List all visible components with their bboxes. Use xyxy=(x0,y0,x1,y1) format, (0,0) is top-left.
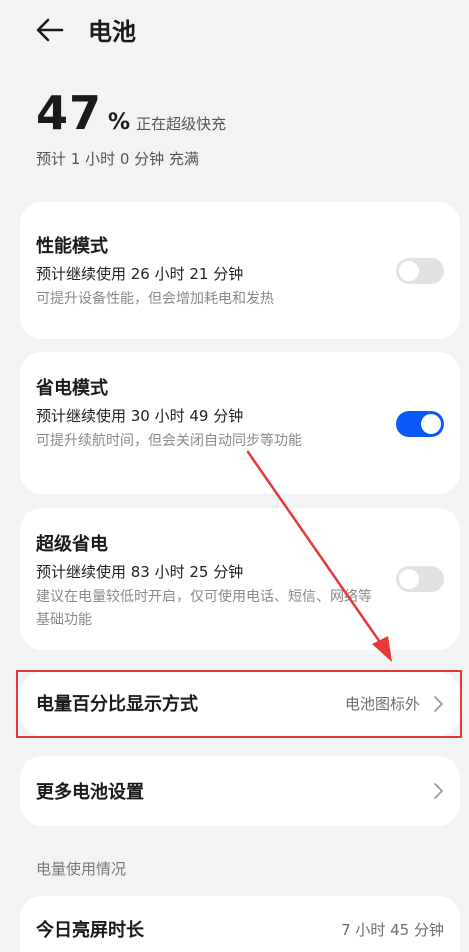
toggle-knob xyxy=(399,569,419,589)
screen-time-title: 今日亮屏时长 xyxy=(36,920,144,941)
back-arrow-icon xyxy=(36,18,64,42)
more-battery-settings-row[interactable]: 更多电池设置 xyxy=(20,756,460,826)
battery-percent-sign: % xyxy=(108,110,131,135)
power-saving-title: 省电模式 xyxy=(36,378,108,399)
performance-mode-estimate: 预计继续使用 26 小时 21 分钟 xyxy=(36,265,244,283)
performance-mode-title: 性能模式 xyxy=(36,236,108,257)
charge-eta: 预计 1 小时 0 分钟 充满 xyxy=(36,150,199,168)
screen-time-value: 7 小时 45 分钟 xyxy=(341,921,444,939)
ultra-power-saving-card: 超级省电 预计继续使用 83 小时 25 分钟 建议在电量较低时开启，仅可使用电… xyxy=(20,508,460,650)
app-header: 电池 xyxy=(0,0,469,64)
ultra-power-saving-toggle[interactable] xyxy=(396,566,444,592)
back-button[interactable] xyxy=(34,14,70,46)
charging-status: 正在超级快充 xyxy=(136,115,227,133)
power-saving-card: 省电模式 预计继续使用 30 小时 49 分钟 可提升续航时间，但会关闭自动同步… xyxy=(20,352,460,494)
performance-mode-card: 性能模式 预计继续使用 26 小时 21 分钟 可提升设备性能，但会增加耗电和发… xyxy=(20,202,460,339)
power-saving-toggle[interactable] xyxy=(396,411,444,437)
toggle-knob xyxy=(399,261,419,281)
performance-mode-toggle[interactable] xyxy=(396,258,444,284)
usage-section-label: 电量使用情况 xyxy=(36,860,127,878)
more-battery-settings-title: 更多电池设置 xyxy=(36,782,144,803)
annotation-highlight-box xyxy=(16,670,462,738)
ultra-power-saving-title: 超级省电 xyxy=(36,534,108,555)
screen-time-row[interactable]: 今日亮屏时长 7 小时 45 分钟 xyxy=(20,896,460,952)
page-title: 电池 xyxy=(88,18,136,46)
battery-level: 47% 正在超级快充 xyxy=(36,86,226,140)
battery-percent: 47 xyxy=(36,86,103,140)
chevron-right-icon xyxy=(434,783,443,799)
power-saving-estimate: 预计继续使用 30 小时 49 分钟 xyxy=(36,407,244,425)
ultra-power-saving-estimate: 预计继续使用 83 小时 25 分钟 xyxy=(36,563,244,581)
toggle-knob xyxy=(421,414,441,434)
power-saving-description: 可提升续航时间，但会关闭自动同步等功能 xyxy=(36,433,302,449)
ultra-power-saving-description: 建议在电量较低时开启，仅可使用电话、短信、网络等基础功能 xyxy=(36,589,372,628)
performance-mode-description: 可提升设备性能，但会增加耗电和发热 xyxy=(36,291,274,307)
